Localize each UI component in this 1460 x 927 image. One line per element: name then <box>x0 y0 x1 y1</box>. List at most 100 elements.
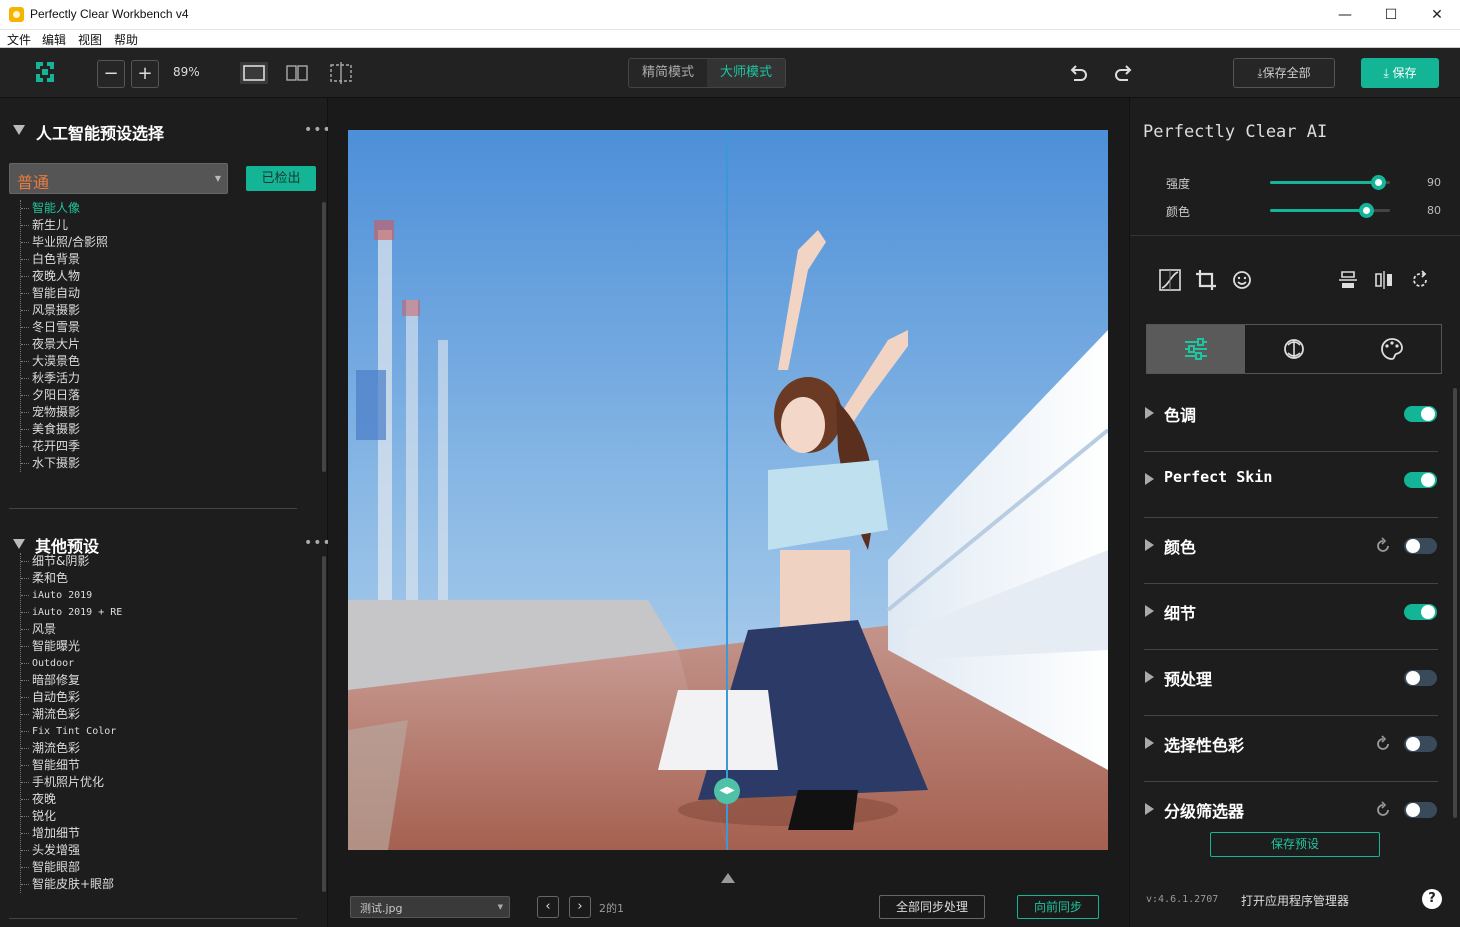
expand-arrow-icon[interactable] <box>1145 803 1154 815</box>
prev-image-button[interactable]: ‹ <box>537 896 559 918</box>
preset-item[interactable]: iAuto 2019 + RE <box>21 604 122 621</box>
mode-master-button[interactable]: 大师模式 <box>707 59 785 87</box>
preset-item[interactable]: 宠物摄影 <box>21 404 108 421</box>
menu-view[interactable]: 视图 <box>78 31 102 48</box>
collapse-ai-presets-icon[interactable] <box>13 125 25 135</box>
adjustment-toggle[interactable] <box>1404 802 1437 818</box>
adjustment-row[interactable]: 色调 <box>1144 386 1438 452</box>
other-preset-scrollbar[interactable] <box>322 556 326 892</box>
preset-item[interactable]: 暗部修复 <box>21 672 122 689</box>
preset-item[interactable]: 潮流色彩 <box>21 706 122 723</box>
reset-icon[interactable] <box>1374 801 1392 819</box>
preset-item[interactable]: 智能曝光 <box>21 638 122 655</box>
close-button[interactable]: ✕ <box>1414 0 1460 30</box>
help-button[interactable]: ? <box>1422 889 1442 909</box>
preset-item[interactable]: 智能细节 <box>21 757 122 774</box>
adjustment-toggle[interactable] <box>1404 538 1437 554</box>
adjustment-row[interactable]: Perfect Skin <box>1144 452 1438 518</box>
adjustment-toggle[interactable] <box>1404 670 1437 686</box>
collapse-other-presets-icon[interactable] <box>13 539 25 549</box>
preset-item[interactable]: 花开四季 <box>21 438 108 455</box>
expand-arrow-icon[interactable] <box>1145 407 1154 419</box>
preset-item[interactable]: iAuto 2019 <box>21 587 122 604</box>
tab-ai[interactable] <box>1245 325 1343 373</box>
preset-item[interactable]: 柔和色 <box>21 570 122 587</box>
open-app-manager-link[interactable]: 打开应用程序管理器 <box>1241 892 1349 909</box>
preset-item[interactable]: 美食摄影 <box>21 421 108 438</box>
adjustment-row[interactable]: 预处理 <box>1144 650 1438 716</box>
preset-item[interactable]: 白色背景 <box>21 251 108 268</box>
expand-arrow-icon[interactable] <box>1145 473 1154 485</box>
preset-item[interactable]: Outdoor <box>21 655 122 672</box>
adjustment-toggle[interactable] <box>1404 736 1437 752</box>
zoom-out-button[interactable]: − <box>97 60 125 88</box>
menu-edit[interactable]: 编辑 <box>42 31 66 48</box>
tab-creative[interactable] <box>1343 325 1441 373</box>
color-slider-thumb[interactable] <box>1359 203 1374 218</box>
preset-item[interactable]: 智能自动 <box>21 285 108 302</box>
save-all-button[interactable]: ⤓保存全部 <box>1233 58 1335 88</box>
adjustment-row[interactable]: 细节 <box>1144 584 1438 650</box>
preset-item[interactable]: 新生儿 <box>21 217 108 234</box>
adjustment-row[interactable]: 选择性色彩 <box>1144 716 1438 782</box>
ai-preset-scrollbar[interactable] <box>322 202 326 472</box>
preset-item[interactable]: 毕业照/合影照 <box>21 234 108 251</box>
menu-help[interactable]: 帮助 <box>114 31 138 48</box>
save-button[interactable]: ⤓ 保存 <box>1361 58 1439 88</box>
compare-split-line[interactable] <box>726 130 728 850</box>
expand-arrow-icon[interactable] <box>1145 539 1154 551</box>
reset-icon[interactable] <box>1374 735 1392 753</box>
preset-item[interactable]: 自动色彩 <box>21 689 122 706</box>
preset-item[interactable]: 夜晚人物 <box>21 268 108 285</box>
adjustment-toggle[interactable] <box>1404 604 1437 620</box>
preset-item[interactable]: Fix Tint Color <box>21 723 122 740</box>
preset-item[interactable]: 大漠景色 <box>21 353 108 370</box>
preset-category-select[interactable]: 普通 ▼ <box>9 163 228 194</box>
preset-item[interactable]: 手机照片优化 <box>21 774 122 791</box>
detected-button[interactable]: 已检出 <box>246 166 316 191</box>
adjustment-toggle[interactable] <box>1404 472 1437 488</box>
preset-item[interactable]: 风景摄影 <box>21 302 108 319</box>
adjustment-scrollbar[interactable] <box>1453 388 1457 818</box>
split-drag-handle[interactable]: ◀▶ <box>714 778 740 804</box>
next-image-button[interactable]: › <box>569 896 591 918</box>
preset-item[interactable]: 锐化 <box>21 808 122 825</box>
mode-simple-button[interactable]: 精简模式 <box>629 59 707 87</box>
redo-icon[interactable] <box>1113 62 1135 84</box>
minimize-button[interactable]: — <box>1322 0 1368 30</box>
rotate-icon[interactable] <box>1408 268 1432 292</box>
preset-item[interactable]: 夜晚 <box>21 791 122 808</box>
zoom-in-button[interactable]: + <box>131 60 159 88</box>
strength-slider-thumb[interactable] <box>1371 175 1386 190</box>
undo-icon[interactable] <box>1067 62 1089 84</box>
expand-arrow-icon[interactable] <box>1145 737 1154 749</box>
preset-item[interactable]: 细节&阴影 <box>21 553 122 570</box>
expand-filmstrip-icon[interactable] <box>721 873 735 883</box>
preset-item[interactable]: 头发增强 <box>21 842 122 859</box>
sync-forward-button[interactable]: 向前同步 <box>1017 895 1099 919</box>
preset-item[interactable]: 智能眼部 <box>21 859 122 876</box>
expand-arrow-icon[interactable] <box>1145 671 1154 683</box>
color-slider[interactable] <box>1270 203 1390 218</box>
preset-item[interactable]: 智能人像 <box>21 200 108 217</box>
preset-item[interactable]: 水下摄影 <box>21 455 108 472</box>
single-view-icon[interactable] <box>240 62 268 84</box>
preview-image[interactable] <box>348 130 1108 850</box>
reset-icon[interactable] <box>1374 537 1392 555</box>
flip-vertical-icon[interactable] <box>1336 268 1360 292</box>
tab-adjustments[interactable] <box>1147 325 1245 373</box>
preset-item[interactable]: 增加细节 <box>21 825 122 842</box>
preset-item[interactable]: 夕阳日落 <box>21 387 108 404</box>
adjustment-row[interactable]: 颜色 <box>1144 518 1438 584</box>
crop-icon[interactable] <box>1194 268 1218 292</box>
save-preset-button[interactable]: 保存预设 <box>1210 832 1380 857</box>
preset-item[interactable]: 秋季活力 <box>21 370 108 387</box>
curves-icon[interactable] <box>1158 268 1182 292</box>
sync-all-button[interactable]: 全部同步处理 <box>879 895 985 919</box>
preset-item[interactable]: 智能皮肤+眼部 <box>21 876 122 893</box>
preset-item[interactable]: 夜景大片 <box>21 336 108 353</box>
preset-item[interactable]: 风景 <box>21 621 122 638</box>
split-view-icon[interactable] <box>328 62 354 84</box>
menu-file[interactable]: 文件 <box>7 31 31 48</box>
preset-item[interactable]: 冬日雪景 <box>21 319 108 336</box>
